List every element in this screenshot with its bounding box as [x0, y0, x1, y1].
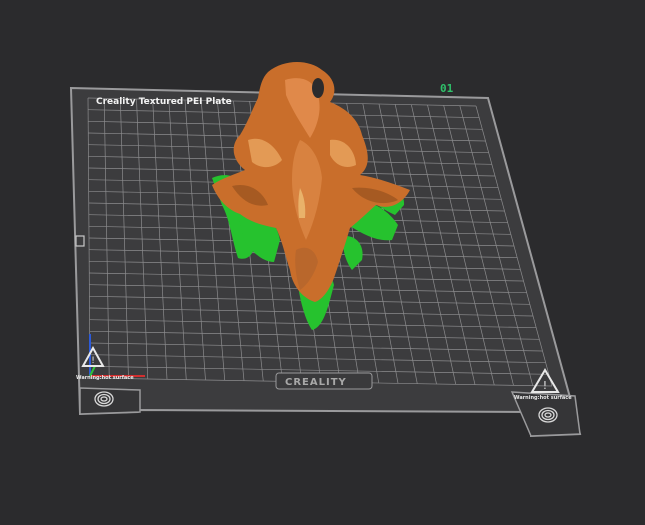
hot-surface-warning-left: Warning:hot surface — [76, 375, 134, 381]
svg-text:!: ! — [543, 379, 547, 392]
plate-name-label: Creality Textured PEI Plate — [96, 97, 232, 107]
plate-number[interactable]: 01 — [440, 82, 453, 95]
svg-text:!: ! — [91, 356, 95, 366]
build-plate-scene[interactable]: ! ! — [0, 0, 645, 525]
build-plate-viewport[interactable]: ! ! Creality Textured PEI Plate 01 CREAL… — [0, 0, 645, 525]
brand-logo-text: CREALITY — [285, 377, 347, 388]
hot-surface-warning-right: Warning:hot surface — [514, 395, 572, 401]
